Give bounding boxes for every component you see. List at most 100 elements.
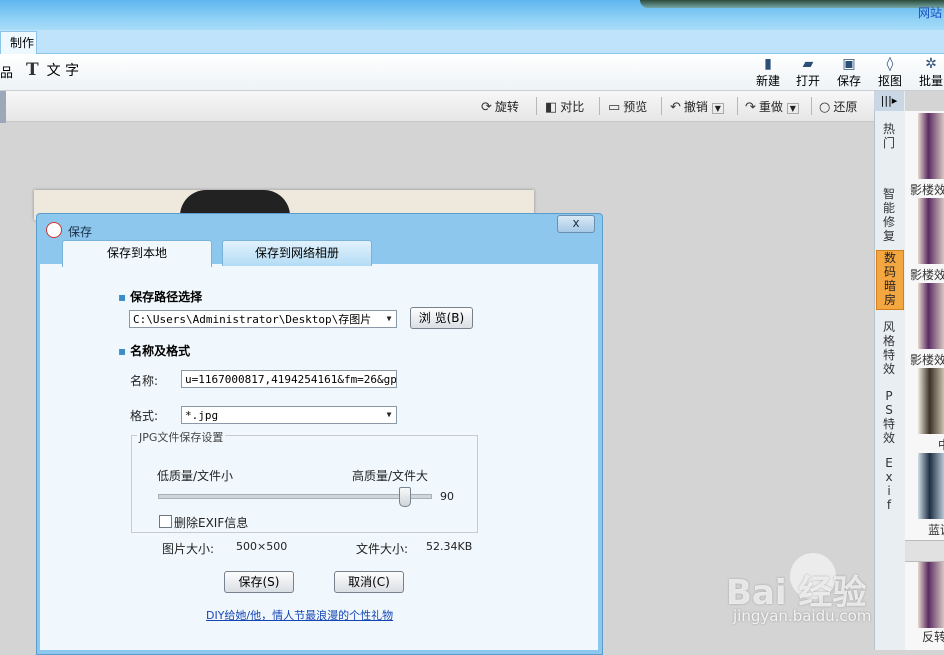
redo-icon: ↷: [745, 100, 756, 115]
format-select[interactable]: *.jpg ▼: [181, 406, 397, 424]
image-size-value: 500×500: [236, 540, 288, 553]
tab-save-local[interactable]: 保存到本地: [62, 240, 212, 267]
effect-thumbnail[interactable]: [918, 453, 944, 519]
tab-save-web-album[interactable]: 保存到网络相册: [222, 240, 372, 266]
path-section-heading: ▪ 保存路径选择: [118, 288, 202, 305]
batch-button-label: 批量: [918, 74, 943, 88]
app-mascot-icon: [46, 222, 62, 238]
file-size-value: 52.34KB: [426, 540, 473, 553]
undo-button[interactable]: ↶ 撤销 ▼: [670, 98, 724, 115]
cutout-button[interactable]: ◊ 抠图: [871, 56, 909, 88]
canvas-left-edge: [0, 91, 6, 123]
restore-button[interactable]: ○ 还原: [819, 98, 857, 115]
toolbar-separator: [737, 97, 738, 115]
gear-batch-icon: ✲: [925, 56, 937, 72]
effect-thumbnail-label: 影楼效: [910, 353, 944, 367]
rotate-label: 旋转: [494, 100, 519, 114]
title-bar-decoration: [640, 0, 944, 8]
remove-exif-checkbox[interactable]: [159, 515, 172, 528]
open-button[interactable]: ▰ 打开: [789, 56, 827, 88]
effect-thumbnail[interactable]: [918, 562, 944, 628]
save-button[interactable]: 保存(S): [224, 571, 294, 593]
preview-icon: ▭: [608, 100, 621, 115]
undo-icon: ↶: [670, 100, 681, 115]
format-select-value: *.jpg: [185, 409, 219, 422]
text-tool-icon: T: [26, 60, 39, 80]
toolbar-separator: [811, 97, 812, 115]
effect-thumbnail-label: 影楼效: [910, 268, 944, 282]
new-button[interactable]: ▮ 新建: [749, 56, 787, 88]
edit-toolbar: [0, 91, 874, 122]
effect-thumbnail-label: 蓝调: [928, 523, 944, 537]
compare-button[interactable]: ◧ 对比: [545, 98, 584, 115]
text-tool-button[interactable]: T文 字: [26, 60, 79, 80]
name-label: 名称:: [130, 374, 159, 388]
save-toolbar-label: 保存: [836, 74, 861, 88]
collapse-panel-icon[interactable]: |||▸: [874, 91, 904, 111]
high-quality-label: 高质量/文件大: [352, 469, 429, 483]
diy-gift-link[interactable]: DIY给她/他，情人节最浪漫的个性礼物: [206, 607, 393, 623]
dialog-title: 保存: [68, 225, 93, 239]
effect-thumbnail[interactable]: [918, 113, 944, 179]
quality-slider-track[interactable]: [158, 494, 432, 499]
effect-thumbnail-label: 中: [938, 436, 944, 453]
chevron-down-icon[interactable]: ▼: [382, 311, 396, 327]
browse-button[interactable]: 浏 览(B): [410, 307, 473, 329]
cutout-button-label: 抠图: [877, 74, 902, 88]
side-tab-smart-repair[interactable]: 智能修复: [876, 187, 902, 243]
chevron-down-icon[interactable]: ▼: [382, 407, 396, 423]
quality-slider-thumb[interactable]: [398, 487, 411, 507]
tab-make[interactable]: 制作: [0, 31, 37, 54]
save-path-combo[interactable]: C:\Users\Administrator\Desktop\存图片 ▼: [129, 310, 397, 328]
watermark-url: jingyan.baidu.com: [733, 607, 872, 625]
preview-button[interactable]: ▭ 预览: [608, 98, 647, 115]
redo-button[interactable]: ↷ 重做 ▼: [745, 98, 799, 115]
side-tab-exif[interactable]: Exif: [876, 456, 902, 512]
toolbar-fragment-label[interactable]: 品: [0, 62, 13, 81]
side-tab-style-effects[interactable]: 风格特效: [876, 320, 902, 376]
restore-icon: ○: [819, 100, 831, 115]
side-tab-ps-effects[interactable]: PS特效: [876, 389, 902, 445]
image-size-label: 图片大小:: [162, 542, 215, 556]
effect-thumbnail[interactable]: [918, 198, 944, 264]
effect-thumbnail[interactable]: [918, 283, 944, 349]
rotate-button[interactable]: ⟳ 旋转: [481, 98, 519, 115]
open-button-label: 打开: [795, 74, 820, 88]
side-tab-darkroom[interactable]: 数码暗房: [876, 250, 904, 310]
redo-dropdown-icon[interactable]: ▼: [786, 103, 799, 114]
save-path-value: C:\Users\Administrator\Desktop\存图片: [133, 313, 372, 326]
remove-exif-label: 删除EXIF信息: [174, 516, 249, 530]
folder-open-icon: ▰: [802, 56, 814, 72]
floppy-save-icon: ▣: [842, 56, 856, 72]
effect-thumbnail-label: 反转: [922, 630, 944, 644]
format-label: 格式:: [130, 409, 159, 423]
compare-label: 对比: [560, 100, 585, 114]
side-tab-hot[interactable]: 热门: [876, 122, 902, 174]
new-button-label: 新建: [755, 74, 780, 88]
effect-thumbnail-label: 影楼效: [910, 183, 944, 197]
name-format-label: 名称及格式: [130, 344, 191, 358]
rotate-icon: ⟳: [481, 100, 492, 115]
name-format-heading: ▪ 名称及格式: [118, 342, 190, 359]
compare-icon: ◧: [545, 100, 558, 115]
file-size-label: 文件大小:: [356, 542, 409, 556]
save-toolbar-button[interactable]: ▣ 保存: [830, 56, 868, 88]
close-button[interactable]: x: [557, 215, 595, 233]
cancel-button[interactable]: 取消(C): [334, 571, 404, 593]
file-name-input[interactable]: u=1167000817,4194254161&fm=26&gp=0_: [181, 370, 397, 388]
thumbnail-section-divider: [905, 540, 944, 562]
jpg-settings-title: JPG文件保存设置: [137, 429, 226, 445]
effect-thumbnail[interactable]: [918, 368, 944, 434]
bullet-icon: ▪: [118, 344, 127, 358]
restore-label: 还原: [833, 100, 858, 114]
batch-button[interactable]: ✲ 批量: [912, 56, 944, 88]
path-section-label: 保存路径选择: [130, 290, 203, 304]
website-link[interactable]: 网站: [918, 4, 942, 21]
undo-dropdown-icon[interactable]: ▼: [711, 103, 724, 114]
preview-label: 预览: [623, 100, 648, 114]
undo-label: 撤销: [683, 100, 708, 114]
cutout-icon: ◊: [886, 56, 894, 72]
quality-value: 90: [440, 490, 454, 503]
toolbar-separator: [661, 97, 662, 115]
text-tool-label: 文 字: [46, 63, 80, 79]
